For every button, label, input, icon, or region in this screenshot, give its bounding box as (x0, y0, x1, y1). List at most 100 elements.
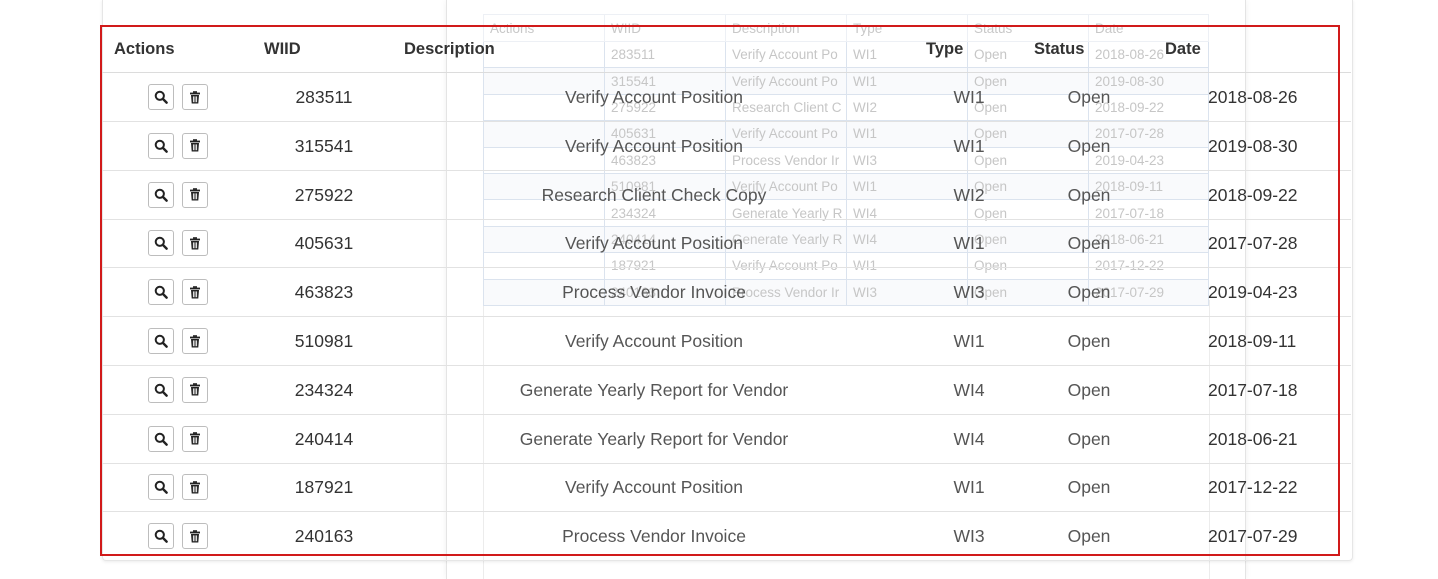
cell-status: Open (1067, 526, 1111, 547)
delete-button[interactable] (182, 132, 208, 159)
cell-status: Open (1067, 184, 1111, 205)
delete-button[interactable] (182, 376, 208, 403)
cell-status: Open (1067, 428, 1111, 449)
view-button[interactable] (148, 181, 174, 208)
cell-description: Generate Yearly Report for Vendor (519, 428, 789, 449)
table-row[interactable]: 283511 Verify Account Position WI1 Open 2018… (102, 73, 1351, 122)
cell-status: Open (1067, 135, 1111, 156)
trash-icon (189, 432, 201, 445)
table-row[interactable]: 405631 Verify Account Position WI1 Open 2017… (102, 219, 1351, 269)
delete-button[interactable] (182, 523, 208, 550)
table-row[interactable]: 510981 Verify Account Position WI1 Open 2018… (102, 317, 1351, 366)
cell-wiid: 187921 (294, 477, 354, 498)
cell-description: Process Vendor Invoice (562, 282, 746, 303)
cell-type: WI4 (953, 428, 985, 449)
column-header-date[interactable]: Date (1165, 40, 1201, 59)
table-row[interactable]: 240414 Generate Yearly Report for Vendor W… (102, 415, 1351, 464)
cell-status: Open (1067, 379, 1111, 400)
delete-button[interactable] (182, 279, 208, 306)
cell-wiid: 240163 (294, 526, 354, 547)
search-icon (154, 139, 168, 153)
search-icon (154, 383, 168, 397)
table-row[interactable]: 275922 Research Client Check Copy WI2 Open 2… (102, 171, 1351, 220)
cell-type: WI1 (953, 477, 985, 498)
delete-button[interactable] (182, 230, 208, 257)
view-button[interactable] (148, 132, 174, 159)
view-button[interactable] (148, 279, 174, 306)
cell-type: WI1 (953, 135, 985, 156)
trash-icon (189, 383, 201, 396)
table-row[interactable]: 315541 Verify Account Position WI1 Open 2019… (102, 122, 1351, 171)
cell-description: Generate Yearly Report for Vendor (519, 379, 789, 400)
cell-wiid: 240414 (294, 428, 354, 449)
trash-icon (189, 334, 201, 348)
cell-type: WI2 (953, 184, 985, 205)
cell-type: WI1 (953, 233, 985, 254)
table-row[interactable]: 463823 Process Vendor Invoice WI3 Open 2019-… (102, 268, 1351, 318)
cell-type: WI3 (953, 282, 985, 303)
cell-date: 2017-07-29 (1208, 526, 1298, 547)
cell-status: Open (1067, 87, 1111, 107)
view-button[interactable] (148, 230, 174, 257)
view-button[interactable] (148, 523, 174, 550)
search-icon (154, 285, 168, 299)
search-icon (154, 236, 168, 251)
column-header-wiid[interactable]: WIID (264, 40, 301, 59)
delete-button[interactable] (182, 425, 208, 452)
cell-description: Verify Account Position (564, 477, 744, 498)
cell-date: 2019-04-23 (1208, 282, 1298, 303)
cell-date: 2017-07-28 (1208, 233, 1298, 254)
cell-type: WI3 (953, 526, 985, 547)
cell-wiid: 275922 (294, 184, 354, 205)
view-button[interactable] (148, 84, 174, 110)
delete-button[interactable] (182, 474, 208, 501)
delete-button[interactable] (182, 181, 208, 208)
view-button[interactable] (148, 328, 174, 354)
cell-wiid: 234324 (294, 379, 354, 400)
cell-description: Process Vendor Invoice (562, 526, 746, 547)
table-row[interactable]: 240163 Process Vendor Invoice WI3 Open 2017-… (102, 512, 1351, 560)
cell-wiid: 315541 (294, 135, 354, 156)
cell-wiid: 463823 (294, 282, 354, 303)
view-button[interactable] (148, 474, 174, 501)
trash-icon (189, 139, 201, 152)
delete-button[interactable] (182, 84, 208, 110)
column-header-status[interactable]: Status (1034, 40, 1084, 59)
view-button[interactable] (148, 425, 174, 452)
column-header-description[interactable]: Description (404, 40, 495, 59)
search-icon (154, 188, 168, 202)
cell-status: Open (1067, 331, 1111, 351)
trash-icon (189, 90, 201, 104)
cell-wiid: 405631 (294, 233, 354, 254)
view-button[interactable] (148, 376, 174, 403)
trash-icon (189, 188, 201, 201)
search-icon (154, 90, 168, 104)
cell-status: Open (1067, 233, 1111, 254)
trash-icon (189, 481, 201, 494)
delete-button[interactable] (182, 328, 208, 354)
cell-description: Verify Account Position (564, 135, 744, 156)
cell-wiid: 510981 (294, 331, 354, 351)
search-icon (154, 480, 168, 495)
cell-date: 2018-08-26 (1208, 87, 1298, 107)
table-row[interactable]: 234324 Generate Yearly Report for Vendor W… (102, 366, 1351, 415)
app-stage: Actions WIID Description Type Status Date 283… (0, 0, 1438, 579)
column-header-actions[interactable]: Actions (114, 40, 175, 59)
grid-header-row: Actions WIID Description Type Status Dat… (102, 26, 1351, 73)
cell-wiid: 283511 (295, 87, 353, 107)
cell-status: Open (1067, 282, 1111, 303)
cell-type: WI4 (953, 379, 985, 400)
search-icon (154, 529, 168, 543)
table-row[interactable]: 187921 Verify Account Position WI1 Open 2017… (102, 463, 1351, 513)
cell-date: 2018-09-22 (1208, 184, 1298, 205)
cell-status: Open (1067, 477, 1111, 498)
trash-icon (189, 285, 201, 299)
cell-date: 2017-12-22 (1208, 477, 1298, 498)
column-header-type[interactable]: Type (926, 40, 963, 59)
cell-description: Verify Account Position (564, 87, 744, 107)
cell-date: 2018-06-21 (1208, 428, 1298, 449)
trash-icon (189, 529, 201, 543)
cell-date: 2018-09-11 (1208, 331, 1297, 351)
cell-description: Verify Account Position (564, 233, 744, 254)
cell-date: 2019-08-30 (1208, 135, 1298, 156)
